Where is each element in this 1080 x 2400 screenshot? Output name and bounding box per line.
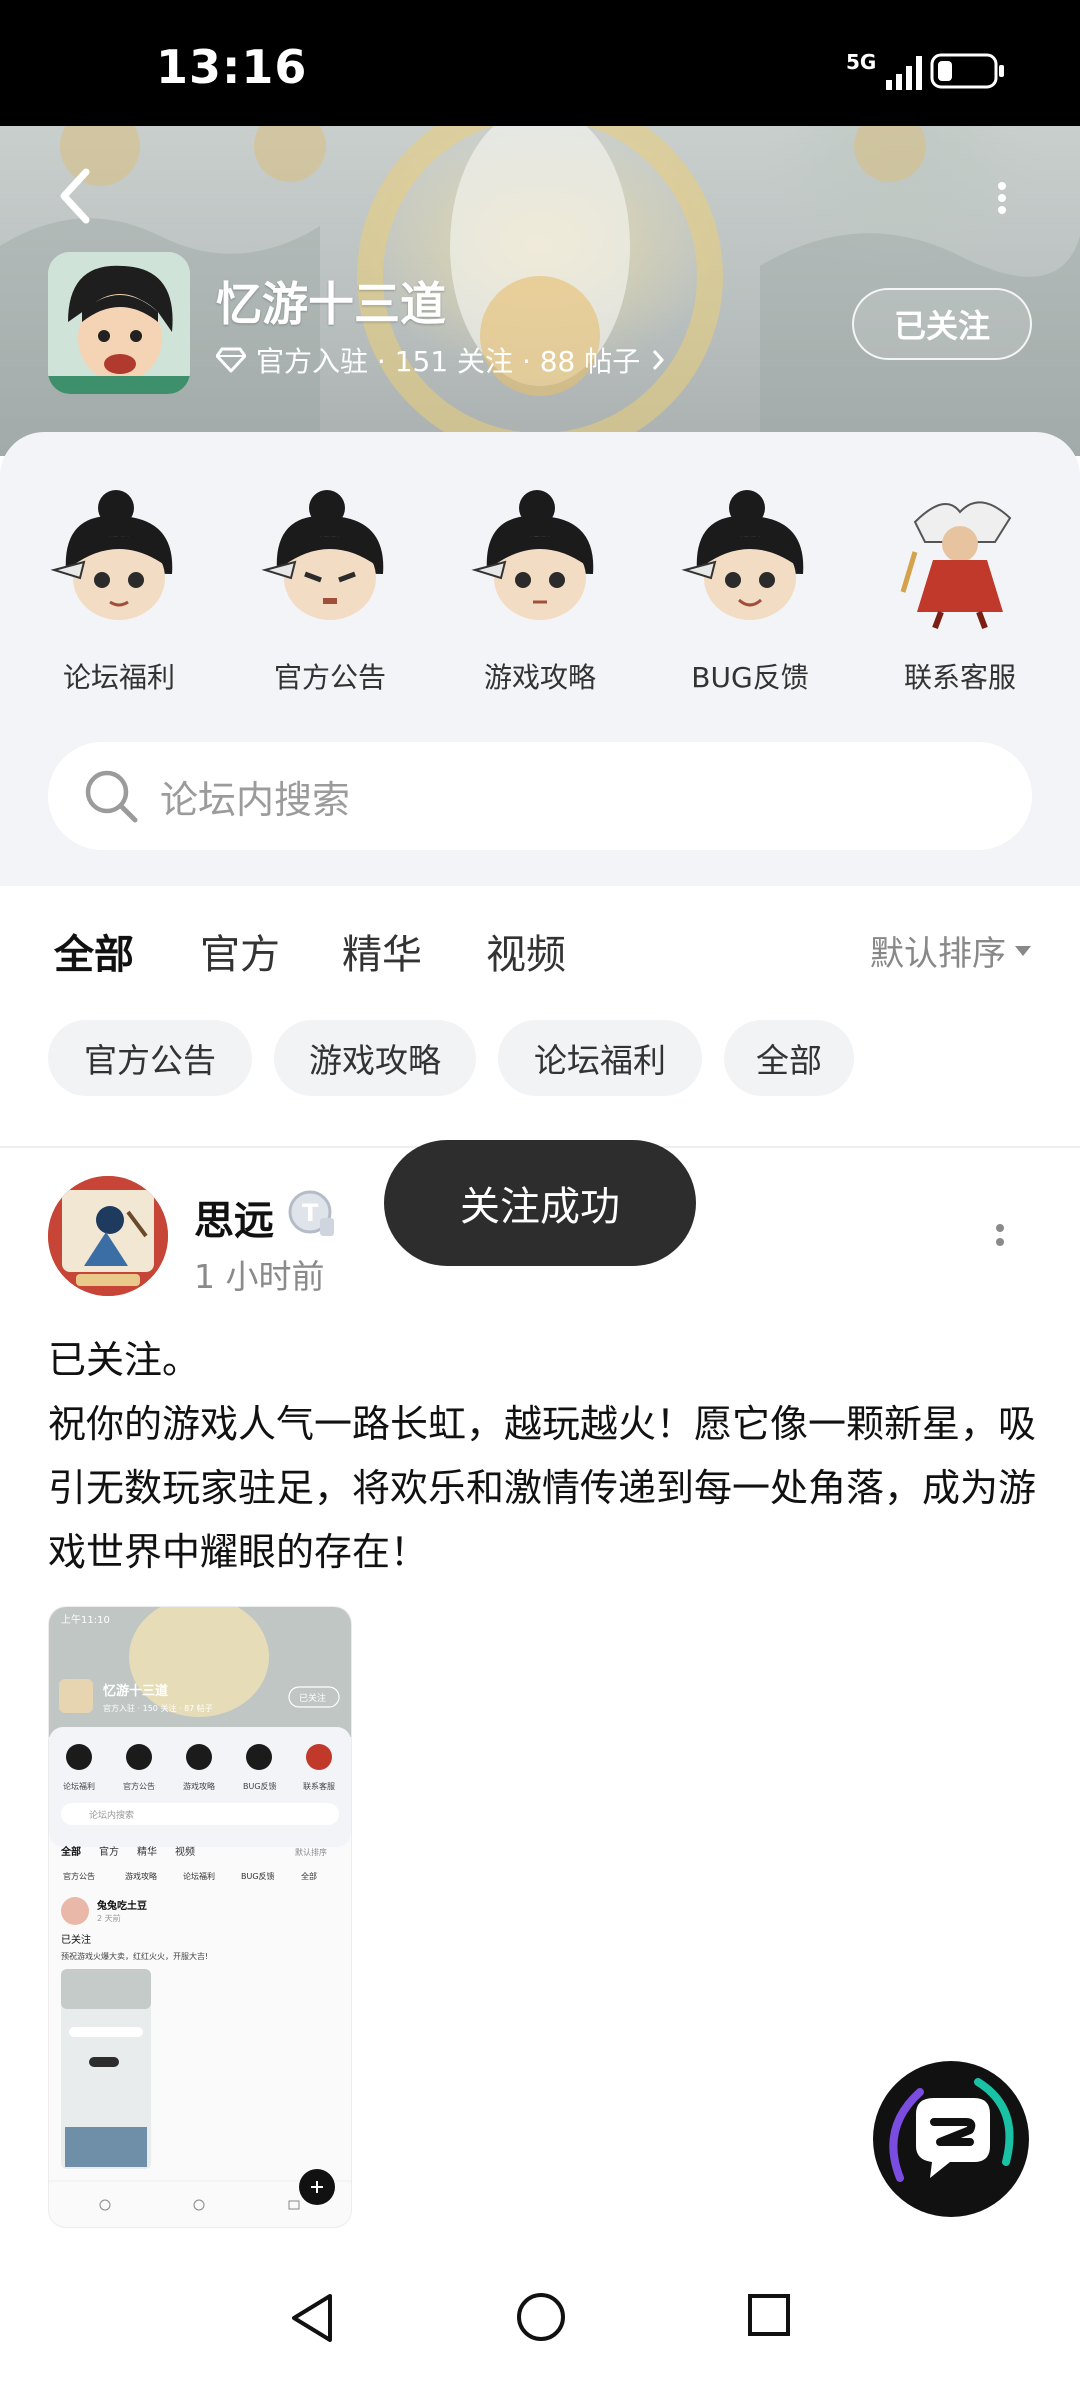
quick-link-label: 游戏攻略 [483, 661, 596, 694]
forum-search-bar[interactable]: 论坛内搜索 [48, 742, 1032, 850]
thumb-post-line: 已关注 [61, 1933, 91, 1946]
quick-link-label: 官方公告 [273, 661, 386, 694]
search-placeholder: 论坛内搜索 [160, 777, 351, 822]
thumb-search: 论坛内搜索 [89, 1809, 134, 1821]
back-arrow-icon[interactable] [56, 166, 96, 226]
follow-button[interactable]: 已关注 [852, 288, 1032, 360]
chip-all[interactable]: 全部 [724, 1020, 854, 1096]
thumb-chip: 官方公告 [63, 1871, 95, 1881]
chibi-character-icon [681, 490, 804, 620]
forum-header: 忆游十三道 官方入驻 · 151 关注 · 88 帖子 已关注 [0, 126, 1080, 456]
caret-down-icon [1015, 945, 1031, 956]
chibi-character-icon [50, 490, 173, 620]
post-content: 已关注。 祝你的游戏人气一路长虹，越玩越火！愿它像一颗新星，吸引无数玩家驻足，将… [48, 1328, 1038, 1584]
nav-recents-icon[interactable] [744, 2290, 794, 2340]
quick-link-official-notice[interactable]: 官方公告 [245, 482, 415, 696]
thumb-time: 上午11:10 [61, 1613, 110, 1626]
thumb-post-line: 预祝游戏火爆大卖，红红火火，开服大吉! [61, 1951, 208, 1961]
more-options-icon[interactable] [988, 178, 1016, 218]
chip-forum-welfare[interactable]: 论坛福利 [498, 1020, 702, 1096]
system-navigation-bar [0, 2260, 1080, 2400]
post-more-options-icon[interactable] [990, 1220, 1010, 1260]
quick-link-game-guide[interactable]: 游戏攻略 [455, 482, 625, 696]
warrior-character-icon [900, 501, 1012, 630]
chibi-character-icon [471, 490, 594, 620]
forum-meta-text: 官方入驻 · 151 关注 · 88 帖子 [256, 345, 641, 378]
forum-meta[interactable]: 官方入驻 · 151 关注 · 88 帖子 [216, 340, 666, 380]
post-time: 1 小时前 [194, 1257, 325, 1296]
thumb-chip: 论坛福利 [183, 1871, 215, 1881]
thumbnail-screenshot: 上午11:10 忆游十三道 官方入驻 · 150 关注 · 87 帖子 已关注 … [49, 1607, 351, 2211]
quick-link-bug-report[interactable]: BUG反馈 [665, 482, 835, 696]
thumb-post-author: 兔兔吃土豆 [96, 1899, 147, 1912]
chip-game-guide[interactable]: 游戏攻略 [274, 1020, 476, 1096]
follow-success-toast: 关注成功 [384, 1140, 696, 1266]
nav-home-icon[interactable] [514, 2290, 568, 2344]
thumb-quick-label: 游戏攻略 [183, 1781, 215, 1791]
svg-text:T: T [302, 1199, 319, 1227]
post-content-line: 祝你的游戏人气一路长虹，越玩越火！愿它像一颗新星，吸引无数玩家驻足，将欢乐和激情… [48, 1402, 1037, 1574]
sort-label: 默认排序 [870, 934, 1006, 974]
thumb-tab: 官方 [99, 1845, 119, 1858]
thumb-tab: 精华 [137, 1845, 157, 1858]
chip-official-notice[interactable]: 官方公告 [48, 1020, 252, 1096]
forum-title: 忆游十三道 [216, 277, 446, 331]
post-author[interactable]: 思远 [194, 1188, 274, 1246]
search-icon [85, 770, 138, 823]
thumb-follow: 已关注 [299, 1692, 326, 1704]
status-bar: 13:16 5G [0, 0, 1080, 126]
thumb-chip: 游戏攻略 [125, 1871, 157, 1881]
post-image-thumbnail[interactable]: 上午11:10 忆游十三道 官方入驻 · 150 关注 · 87 帖子 已关注 … [48, 1606, 352, 2228]
chibi-character-icon [261, 490, 384, 620]
user-avatar-icon [48, 1176, 168, 1296]
game-character-avatar-icon [48, 252, 190, 394]
thumb-post-time: 2 天前 [97, 1913, 121, 1923]
network-type: 5G [846, 50, 877, 74]
category-chips: 官方公告 游戏攻略 论坛福利 全部 [0, 1000, 1080, 1148]
avatar[interactable] [48, 1176, 168, 1296]
thumb-meta: 官方入驻 · 150 关注 · 87 帖子 [103, 1703, 213, 1713]
status-time: 13:16 [156, 40, 308, 94]
battery-icon [930, 53, 1004, 89]
tab-label: 全部 [54, 932, 134, 978]
quick-link-forum-welfare[interactable]: 论坛福利 [34, 482, 204, 696]
thumb-chip: 全部 [301, 1871, 317, 1881]
tab-video[interactable]: 视频 [486, 922, 566, 980]
quick-link-label: BUG反馈 [691, 661, 809, 694]
tab-featured[interactable]: 精华 [342, 922, 422, 980]
forum-logo [48, 252, 190, 394]
chevron-right-icon [653, 350, 665, 370]
diamond-icon [216, 347, 246, 373]
sort-dropdown[interactable]: 默认排序 [870, 926, 1032, 975]
feed-tabs: 全部 官方 精华 视频 默认排序 [0, 886, 1080, 1000]
tab-official[interactable]: 官方 [200, 922, 280, 980]
thumb-quick-label: 论坛福利 [63, 1781, 95, 1791]
thumb-chip: BUG反馈 [241, 1871, 275, 1881]
post-content-line: 已关注。 [48, 1338, 201, 1382]
thumb-quick-label: 联系客服 [303, 1781, 335, 1791]
thumb-quick-label: 官方公告 [123, 1781, 155, 1791]
floating-chat-icon[interactable] [870, 2058, 1032, 2220]
thumb-tab: 视频 [175, 1845, 195, 1858]
quick-link-customer-service[interactable]: 联系客服 [875, 482, 1045, 696]
nav-back-icon[interactable] [286, 2290, 336, 2346]
thumb-tab: 全部 [60, 1845, 81, 1858]
quick-link-label: 联系客服 [903, 661, 1016, 694]
thumb-quick-label: BUG反馈 [243, 1781, 277, 1791]
thumb-title: 忆游十三道 [103, 1683, 168, 1699]
thumb-sort: 默认排序 [295, 1847, 327, 1857]
level-badge-icon: T [288, 1190, 334, 1236]
quick-links-panel: 论坛福利 官方公告 游戏攻略 BUG反馈 联系客服 论坛内搜索 [0, 432, 1080, 886]
tab-all[interactable]: 全部 [54, 922, 134, 986]
quick-link-label: 论坛福利 [62, 661, 175, 694]
